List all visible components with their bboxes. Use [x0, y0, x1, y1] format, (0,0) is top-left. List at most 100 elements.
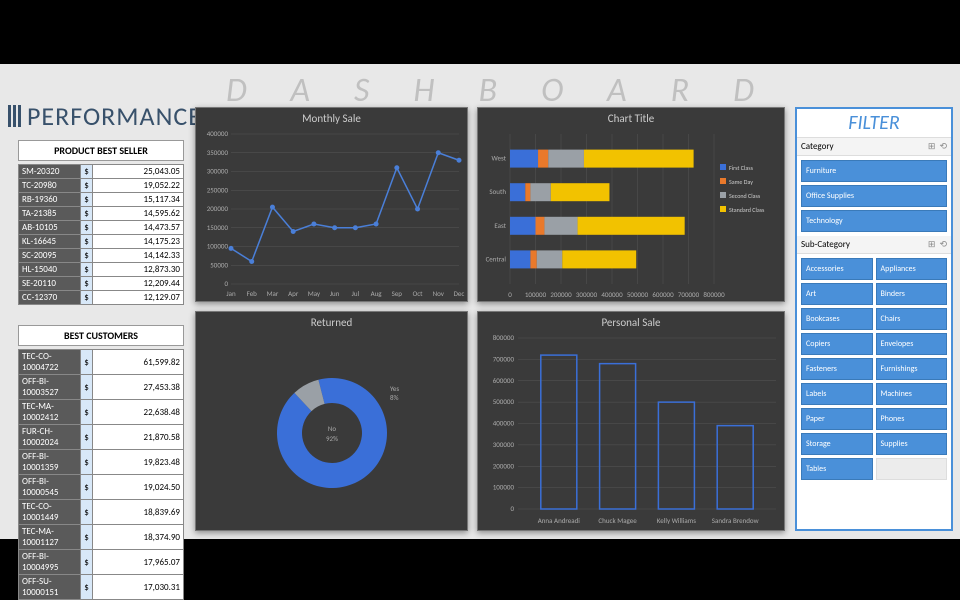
svg-text:East: East: [494, 221, 506, 230]
svg-text:300000: 300000: [493, 440, 515, 449]
dashboard-title: DASHBOARD: [226, 70, 956, 111]
slicer-item[interactable]: Paper: [801, 408, 873, 430]
svg-text:Jun: Jun: [330, 289, 340, 298]
slicer-item[interactable]: Copiers: [801, 333, 873, 355]
table-row-key: SM-20320: [19, 165, 81, 179]
slicer-item[interactable]: Tables: [801, 458, 873, 480]
svg-text:100000: 100000: [493, 483, 515, 492]
table-row-key: SE-20110: [19, 277, 81, 291]
svg-text:100000: 100000: [525, 290, 547, 299]
currency-cell: $: [81, 475, 93, 500]
svg-text:West: West: [492, 154, 507, 163]
clear-filter-icon[interactable]: ⟲: [939, 141, 947, 152]
table-row-key: HL-15040: [19, 263, 81, 277]
svg-text:700000: 700000: [678, 290, 700, 299]
slicer-item[interactable]: Chairs: [876, 308, 948, 330]
svg-text:Central: Central: [486, 254, 507, 263]
slicer-item[interactable]: Labels: [801, 383, 873, 405]
clear-filter-icon[interactable]: ⟲: [939, 239, 947, 250]
best-customers-header: BEST CUSTOMERS: [18, 325, 184, 346]
slicer-item[interactable]: [876, 458, 948, 480]
svg-text:Kelly Williams: Kelly Williams: [657, 516, 697, 525]
slicer-item[interactable]: Office Supplies: [801, 185, 947, 207]
returned-chart: Returned No92%Yes8%: [195, 311, 468, 531]
currency-cell: $: [81, 450, 93, 475]
table-row-value: 19,823.48: [93, 450, 184, 475]
slicer-item[interactable]: Supplies: [876, 433, 948, 455]
table-row-key: TEC-CO-10001449: [19, 500, 81, 525]
currency-cell: $: [81, 193, 93, 207]
category-slicer-header: Category ⊞⟲: [797, 138, 951, 156]
slicer-item[interactable]: Furnishings: [876, 358, 948, 380]
svg-text:400000: 400000: [207, 129, 229, 138]
table-row-value: 14,142.33: [93, 249, 184, 263]
svg-text:Mar: Mar: [267, 289, 279, 298]
slicer-item[interactable]: Phones: [876, 408, 948, 430]
slicer-item[interactable]: Envelopes: [876, 333, 948, 355]
svg-text:8%: 8%: [390, 393, 399, 402]
table-row-value: 14,175.23: [93, 235, 184, 249]
svg-text:Sep: Sep: [392, 289, 403, 298]
table-row-key: TEC-MA-10001127: [19, 525, 81, 550]
table-row-value: 15,117.34: [93, 193, 184, 207]
svg-text:300000: 300000: [576, 290, 598, 299]
slicer-item[interactable]: Appliances: [876, 258, 948, 280]
slicer-item[interactable]: Furniture: [801, 160, 947, 182]
monthly-sale-chart: Monthly Sale 050000100000150000200000250…: [195, 107, 468, 302]
svg-text:800000: 800000: [493, 333, 515, 342]
svg-text:600000: 600000: [652, 290, 674, 299]
svg-text:250000: 250000: [207, 185, 229, 194]
svg-text:350000: 350000: [207, 148, 229, 157]
slicer-item[interactable]: Accessories: [801, 258, 873, 280]
multiselect-icon[interactable]: ⊞: [928, 141, 936, 152]
slicer-item[interactable]: Art: [801, 283, 873, 305]
svg-text:Second Class: Second Class: [729, 192, 761, 200]
svg-text:Yes: Yes: [390, 384, 399, 393]
svg-text:500000: 500000: [493, 397, 515, 406]
slicer-item[interactable]: Machines: [876, 383, 948, 405]
svg-text:200000: 200000: [207, 204, 229, 213]
best-seller-table: SM-20320$25,043.05TC-20980$19,052.22RB-1…: [18, 164, 184, 305]
svg-text:400000: 400000: [493, 419, 515, 428]
slicer-item[interactable]: Storage: [801, 433, 873, 455]
svg-text:Same Day: Same Day: [729, 178, 753, 186]
table-row-value: 12,873.30: [93, 263, 184, 277]
svg-text:Dec: Dec: [454, 289, 465, 298]
performance-title: PERFORMANCE: [8, 100, 202, 132]
svg-text:Oct: Oct: [413, 289, 424, 298]
slicer-item[interactable]: Bookcases: [801, 308, 873, 330]
svg-text:0: 0: [510, 504, 514, 513]
svg-text:Nov: Nov: [433, 289, 445, 298]
table-row-value: 14,473.57: [93, 221, 184, 235]
personal-sale-chart: Personal Sale 01000002000003000004000005…: [477, 311, 785, 531]
svg-text:South: South: [489, 187, 506, 196]
svg-text:100000: 100000: [207, 242, 229, 251]
currency-cell: $: [81, 235, 93, 249]
slicer-item[interactable]: Binders: [876, 283, 948, 305]
table-row-value: 19,024.50: [93, 475, 184, 500]
currency-cell: $: [81, 277, 93, 291]
slicer-item[interactable]: Technology: [801, 210, 947, 232]
table-row-value: 17,965.07: [93, 550, 184, 575]
svg-text:Anna Andreadi: Anna Andreadi: [538, 516, 581, 525]
svg-text:Standard Class: Standard Class: [729, 206, 765, 214]
table-row-key: FUR-CH-10002024: [19, 425, 81, 450]
svg-text:Aug: Aug: [371, 289, 383, 298]
table-row-value: 12,209.44: [93, 277, 184, 291]
currency-cell: $: [81, 525, 93, 550]
currency-cell: $: [81, 425, 93, 450]
multiselect-icon[interactable]: ⊞: [928, 239, 936, 250]
svg-text:200000: 200000: [550, 290, 572, 299]
svg-text:Sandra Brendow: Sandra Brendow: [712, 516, 759, 525]
currency-cell: $: [81, 207, 93, 221]
slicer-item[interactable]: Fasteners: [801, 358, 873, 380]
table-row-key: TA-21385: [19, 207, 81, 221]
table-row-value: 18,374.90: [93, 525, 184, 550]
svg-text:500000: 500000: [627, 290, 649, 299]
currency-cell: $: [81, 550, 93, 575]
svg-text:0: 0: [224, 279, 228, 288]
table-row-value: 25,043.05: [93, 165, 184, 179]
currency-cell: $: [81, 249, 93, 263]
currency-cell: $: [81, 221, 93, 235]
svg-text:300000: 300000: [207, 167, 229, 176]
